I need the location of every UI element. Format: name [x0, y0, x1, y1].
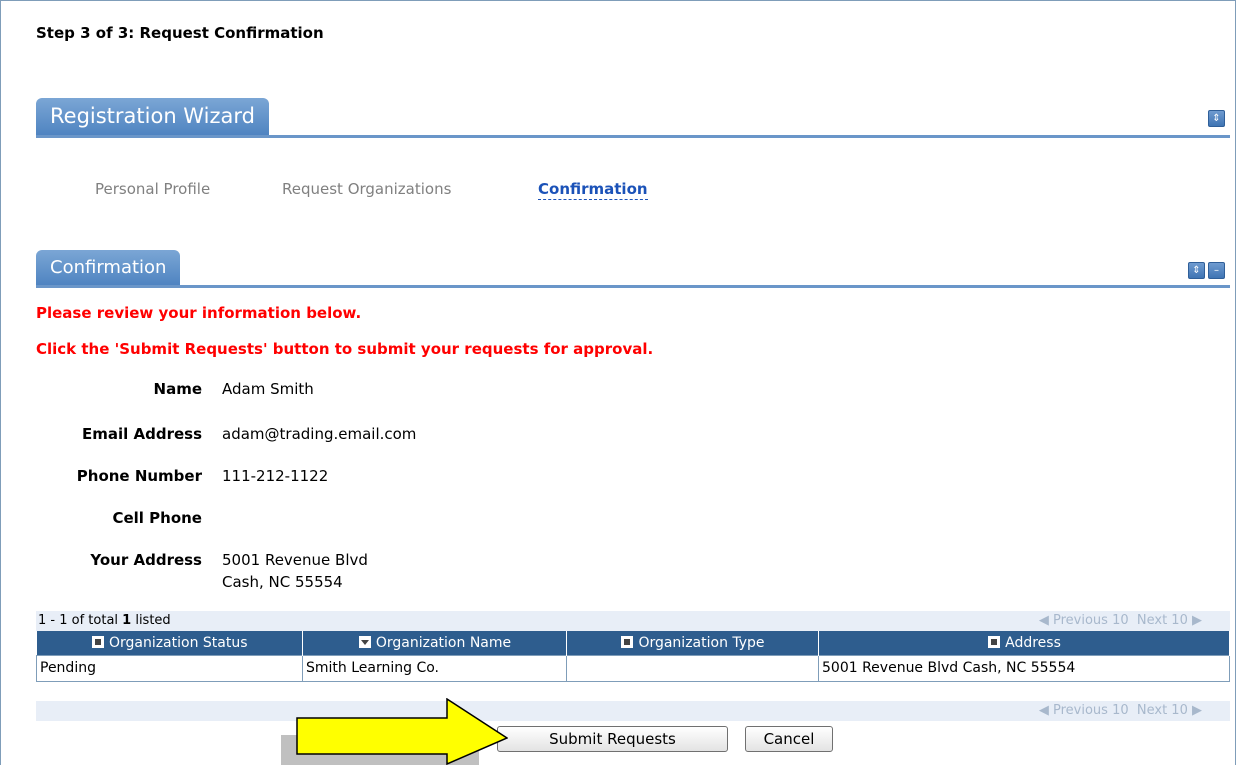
column-header-status[interactable]: Organization Status — [36, 631, 303, 655]
previous-page-link-bottom[interactable]: Previous 10 — [1053, 703, 1129, 718]
field-value-address-line2: Cash, NC 55554 — [222, 573, 343, 591]
pager-links: ◀ Previous 10 Next 10 ▶ — [1039, 613, 1202, 628]
column-header-name[interactable]: Organization Name — [302, 631, 567, 655]
minimize-icon[interactable]: – — [1208, 262, 1225, 279]
field-value-phone: 111-212-1122 — [222, 467, 329, 485]
record-count: 1 - 1 of total 1 listed — [38, 613, 171, 628]
page-title: Step 3 of 3: Request Confirmation — [36, 24, 324, 42]
organizations-table: Organization Status Organization Name Or… — [36, 631, 1230, 682]
wizard-step-personal-profile[interactable]: Personal Profile — [95, 180, 210, 198]
field-value-name: Adam Smith — [222, 380, 314, 398]
field-label-name: Name — [153, 380, 202, 398]
table-header-row: Organization Status Organization Name Or… — [36, 631, 1230, 655]
sort-icon[interactable] — [620, 634, 635, 649]
cell-name: Smith Learning Co. — [302, 654, 567, 682]
submit-instructions: Click the 'Submit Requests' button to su… — [36, 340, 654, 358]
wizard-tab: Registration Wizard — [36, 98, 269, 135]
grid-pager-bottom: ◀ Previous 10 Next 10 ▶ — [36, 701, 1230, 721]
cell-address: 5001 Revenue Blvd Cash, NC 55554 — [818, 654, 1230, 682]
confirmation-tab: Confirmation — [36, 250, 181, 285]
next-page-link[interactable]: Next 10 — [1137, 613, 1188, 628]
sort-icon[interactable] — [90, 634, 105, 649]
wizard-panel-header: Registration Wizard ⇕ — [36, 98, 1230, 138]
review-message: Please review your information below. — [36, 304, 362, 322]
next-icon: ▶ — [1192, 613, 1202, 628]
previous-icon: ◀ — [1038, 613, 1049, 628]
next-icon: ▶ — [1192, 703, 1202, 718]
column-header-type[interactable]: Organization Type — [566, 631, 819, 655]
cell-status: Pending — [36, 654, 303, 682]
callout-arrow-icon — [296, 698, 508, 765]
field-value-email: adam@trading.email.com — [222, 425, 417, 443]
column-header-address[interactable]: Address — [818, 631, 1230, 655]
sort-desc-icon[interactable] — [357, 634, 372, 649]
field-label-address: Your Address — [90, 551, 202, 569]
previous-icon: ◀ — [1038, 703, 1049, 718]
pager-links-bottom: ◀ Previous 10 Next 10 ▶ — [1039, 703, 1202, 718]
previous-page-link[interactable]: Previous 10 — [1053, 613, 1129, 628]
grid-pager-top: 1 - 1 of total 1 listed ◀ Previous 10 Ne… — [36, 611, 1230, 631]
field-label-phone: Phone Number — [76, 467, 202, 485]
next-page-link-bottom[interactable]: Next 10 — [1137, 703, 1188, 718]
wizard-step-request-organizations[interactable]: Request Organizations — [282, 180, 451, 198]
wizard-step-confirmation[interactable]: Confirmation — [538, 180, 648, 200]
sort-icon[interactable] — [987, 634, 1002, 649]
table-row[interactable]: Pending Smith Learning Co. 5001 Revenue … — [36, 654, 1230, 682]
confirmation-panel-header: Confirmation ⇕ – — [36, 250, 1230, 290]
expand-collapse-icon[interactable]: ⇕ — [1208, 110, 1225, 127]
confirmation-rule — [36, 285, 1230, 288]
field-label-email: Email Address — [81, 425, 202, 443]
wizard-rule — [36, 135, 1230, 138]
field-label-cell-phone: Cell Phone — [112, 509, 202, 527]
field-value-address-line1: 5001 Revenue Blvd — [222, 551, 368, 569]
cell-type — [566, 654, 819, 682]
submit-requests-button[interactable]: Submit Requests — [497, 726, 728, 752]
expand-collapse-icon[interactable]: ⇕ — [1188, 262, 1205, 279]
cancel-button[interactable]: Cancel — [745, 726, 833, 752]
